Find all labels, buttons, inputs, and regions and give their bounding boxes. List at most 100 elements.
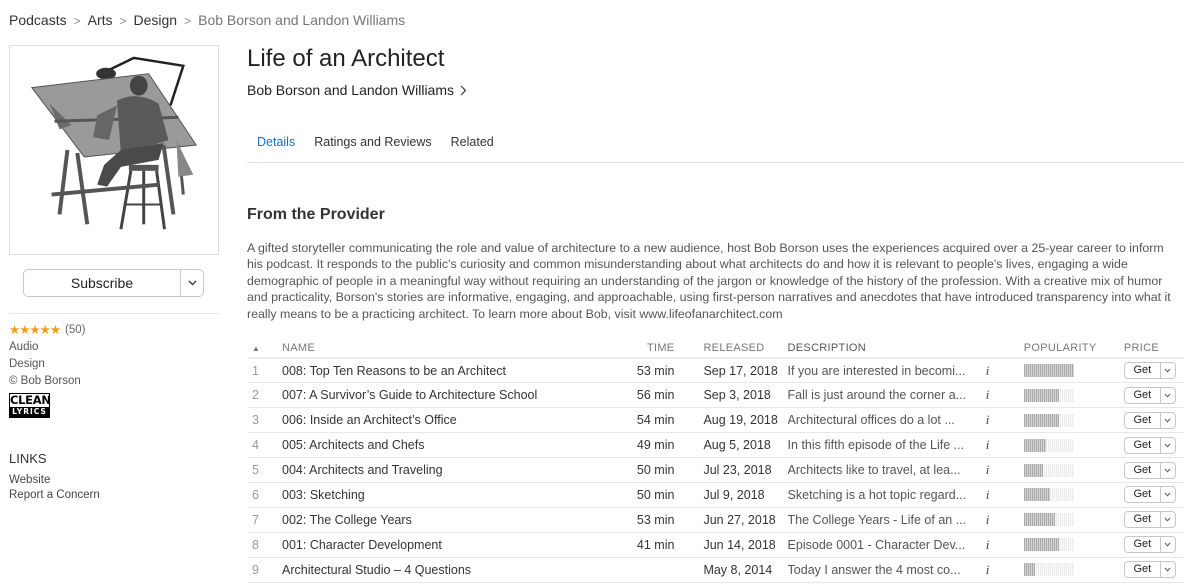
name-column-header[interactable]: NAME bbox=[282, 338, 588, 359]
table-row-4[interactable]: 4 005: Architects and Chefs 49 min Aug 5… bbox=[248, 432, 1184, 459]
get-options-button[interactable] bbox=[1159, 363, 1175, 379]
released-column-header[interactable]: RELEASED bbox=[683, 338, 788, 359]
artist-link[interactable]: Bob Borson and Landon Williams bbox=[247, 82, 1184, 98]
info-icon[interactable]: i bbox=[984, 363, 990, 378]
get-button[interactable]: Get bbox=[1125, 562, 1160, 577]
links-heading: LINKS bbox=[9, 451, 47, 466]
get-options-button[interactable] bbox=[1159, 387, 1175, 403]
chevron-right-icon bbox=[460, 85, 467, 95]
popularity-bar bbox=[1023, 413, 1074, 427]
episode-name[interactable]: 008: Top Ten Reasons to be an Architect bbox=[282, 358, 588, 384]
chevron-down-icon bbox=[1165, 517, 1171, 522]
info-cell: i bbox=[983, 457, 1024, 483]
clean-badge-top: CLEAN bbox=[10, 393, 51, 407]
episode-release-date: Aug 19, 2018 bbox=[683, 407, 788, 434]
info-icon[interactable]: i bbox=[984, 462, 990, 477]
table-row-3[interactable]: 3 006: Inside an Architect’s Office 54 m… bbox=[248, 407, 1184, 434]
price-cell: Get bbox=[1123, 457, 1184, 483]
episode-name[interactable]: 007: A Survivor’s Guide to Architecture … bbox=[282, 382, 588, 409]
breadcrumb-design[interactable]: Design bbox=[134, 12, 178, 28]
get-button[interactable]: Get bbox=[1125, 363, 1160, 378]
table-row-6[interactable]: 6 003: Sketching 50 min Jul 9, 2018 Sket… bbox=[248, 482, 1184, 508]
popularity-fill bbox=[1023, 488, 1051, 502]
subscribe-button[interactable]: Subscribe bbox=[24, 270, 180, 296]
get-options-button[interactable] bbox=[1159, 512, 1175, 528]
table-row-9[interactable]: 9 Architectural Studio – 4 Questions May… bbox=[248, 557, 1184, 583]
get-options-button[interactable] bbox=[1159, 462, 1175, 478]
get-options-button[interactable] bbox=[1159, 437, 1175, 453]
episode-index: 5 bbox=[248, 457, 283, 483]
popularity-fill bbox=[1023, 364, 1074, 378]
episode-name[interactable]: Architectural Studio – 4 Questions bbox=[282, 557, 588, 583]
info-icon[interactable]: i bbox=[984, 487, 990, 502]
episode-release-date: Jun 14, 2018 bbox=[683, 532, 788, 558]
get-button[interactable]: Get bbox=[1125, 388, 1160, 403]
tab-details[interactable]: Details bbox=[257, 132, 295, 162]
get-options-button[interactable] bbox=[1159, 487, 1175, 503]
price-cell: Get bbox=[1123, 507, 1184, 533]
episode-name[interactable]: 002: The College Years bbox=[282, 507, 588, 533]
tab-ratings-and-reviews[interactable]: Ratings and Reviews bbox=[314, 132, 431, 162]
report-concern-link[interactable]: Report a Concern bbox=[9, 488, 219, 503]
get-button[interactable]: Get bbox=[1125, 537, 1160, 552]
popularity-fill bbox=[1023, 388, 1059, 402]
episode-name[interactable]: 004: Architects and Traveling bbox=[282, 457, 588, 483]
info-cell: i bbox=[983, 482, 1024, 508]
tab-related[interactable]: Related bbox=[451, 132, 494, 162]
episode-name[interactable]: 003: Sketching bbox=[282, 482, 588, 508]
table-row-8[interactable]: 8 001: Character Development 41 min Jun … bbox=[248, 532, 1184, 558]
get-button-group: Get bbox=[1123, 511, 1176, 529]
popularity-cell bbox=[1023, 482, 1124, 508]
price-column-header[interactable]: PRICE bbox=[1123, 338, 1184, 359]
get-button[interactable]: Get bbox=[1125, 463, 1160, 478]
popularity-bar bbox=[1023, 388, 1074, 402]
get-options-button[interactable] bbox=[1159, 562, 1175, 578]
episode-name[interactable]: 001: Character Development bbox=[282, 532, 588, 558]
episode-index: 2 bbox=[248, 382, 283, 409]
get-options-button[interactable] bbox=[1159, 412, 1175, 428]
info-cell: i bbox=[983, 432, 1024, 459]
info-icon[interactable]: i bbox=[984, 412, 990, 427]
episode-release-date: Aug 5, 2018 bbox=[683, 432, 788, 459]
website-link[interactable]: Website bbox=[9, 473, 219, 488]
info-icon[interactable]: i bbox=[984, 512, 990, 527]
episode-name[interactable]: 006: Inside an Architect’s Office bbox=[282, 407, 588, 434]
get-button-group: Get bbox=[1123, 386, 1176, 404]
episode-description: Sketching is a hot topic regard... bbox=[787, 482, 984, 508]
info-icon[interactable]: i bbox=[984, 562, 990, 577]
table-row-2[interactable]: 2 007: A Survivor’s Guide to Architectur… bbox=[248, 382, 1184, 409]
table-row-5[interactable]: 5 004: Architects and Traveling 50 min J… bbox=[248, 457, 1184, 483]
chevron-down-icon bbox=[1165, 368, 1171, 373]
artist-name: Bob Borson and Landon Williams bbox=[247, 82, 455, 98]
get-button[interactable]: Get bbox=[1125, 413, 1160, 428]
popularity-column-header[interactable]: POPULARITY bbox=[1023, 338, 1124, 359]
episodes-table: ▲ NAME TIME RELEASED DESCRIPTION POPULAR… bbox=[248, 338, 1184, 583]
price-cell: Get bbox=[1123, 407, 1184, 434]
get-button[interactable]: Get bbox=[1125, 487, 1160, 502]
episode-duration: 54 min bbox=[587, 407, 684, 434]
table-row-7[interactable]: 7 002: The College Years 53 min Jun 27, … bbox=[248, 507, 1184, 533]
time-column-header[interactable]: TIME bbox=[587, 338, 684, 359]
popularity-fill bbox=[1023, 538, 1059, 552]
breadcrumb-podcasts[interactable]: Podcasts bbox=[9, 12, 67, 28]
episode-release-date: Sep 17, 2018 bbox=[683, 358, 788, 384]
info-icon[interactable]: i bbox=[984, 387, 990, 402]
sort-column-header[interactable]: ▲ bbox=[248, 338, 283, 359]
chevron-down-icon bbox=[1165, 542, 1171, 547]
info-icon[interactable]: i bbox=[984, 437, 990, 452]
get-button[interactable]: Get bbox=[1125, 438, 1160, 453]
chevron-down-icon bbox=[1165, 567, 1171, 572]
category[interactable]: Design bbox=[9, 356, 219, 373]
episode-duration: 50 min bbox=[587, 457, 684, 483]
get-button[interactable]: Get bbox=[1125, 512, 1160, 527]
info-icon[interactable]: i bbox=[984, 537, 990, 552]
sidebar-divider bbox=[9, 313, 219, 314]
get-options-button[interactable] bbox=[1159, 537, 1175, 553]
get-button-group: Get bbox=[1123, 486, 1176, 504]
table-row-1[interactable]: 1 008: Top Ten Reasons to be an Architec… bbox=[248, 358, 1184, 384]
breadcrumb-arts[interactable]: Arts bbox=[88, 12, 113, 28]
subscribe-options-button[interactable] bbox=[180, 270, 203, 296]
episode-index: 8 bbox=[248, 532, 283, 558]
episode-name[interactable]: 005: Architects and Chefs bbox=[282, 432, 588, 459]
description-column-header[interactable]: DESCRIPTION bbox=[787, 338, 984, 359]
